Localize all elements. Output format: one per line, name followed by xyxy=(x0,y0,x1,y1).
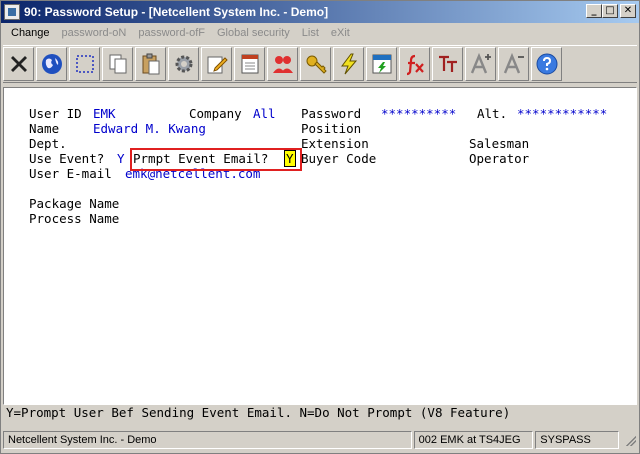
menu-exit[interactable]: eXit xyxy=(325,27,356,39)
font-decrease-icon xyxy=(503,52,524,74)
select-box-button[interactable] xyxy=(69,47,100,81)
font-increase-icon xyxy=(470,52,491,74)
help-icon xyxy=(536,53,557,75)
gear-icon xyxy=(175,55,192,73)
key-button[interactable] xyxy=(300,47,331,81)
select-box-icon xyxy=(75,55,94,73)
name-label: Name xyxy=(29,121,60,136)
window-controls: _ □ ✕ xyxy=(586,4,636,18)
users-button[interactable] xyxy=(267,47,298,81)
menu-list[interactable]: List xyxy=(296,27,325,39)
user-id-field[interactable]: EMK xyxy=(93,106,116,121)
font-tt-icon xyxy=(438,55,457,72)
edit-button[interactable] xyxy=(201,47,232,81)
paste-icon xyxy=(142,53,159,75)
maximize-button[interactable]: □ xyxy=(602,4,618,18)
copy-icon xyxy=(109,54,126,74)
font-decrease-button[interactable] xyxy=(498,47,529,81)
name-field[interactable]: Edward M. Kwang xyxy=(93,121,206,136)
menu-password-off[interactable]: password-ofF xyxy=(132,27,211,39)
alt-password-field[interactable]: ************ xyxy=(517,106,607,121)
form-screen: User ID EMK Company All Password *******… xyxy=(3,87,637,405)
user-id-label: User ID xyxy=(29,106,82,121)
extension-label: Extension xyxy=(301,136,369,151)
buyer-code-label: Buyer Code xyxy=(301,151,377,166)
key-icon xyxy=(306,55,327,74)
status-company: Netcellent System Inc. - Demo xyxy=(3,431,412,449)
help-button[interactable] xyxy=(531,47,562,81)
process-name-label: Process Name xyxy=(29,211,120,226)
calendar-run-icon xyxy=(372,54,391,74)
fx-function-icon xyxy=(406,54,424,76)
status-bar: Netcellent System Inc. - Demo 002 EMK at… xyxy=(3,431,637,451)
use-event-label: Use Event? xyxy=(29,151,105,166)
salesman-label: Salesman xyxy=(469,136,530,151)
calendar-run-button[interactable] xyxy=(366,47,397,81)
edit-pencil-icon xyxy=(207,56,228,74)
function-button[interactable] xyxy=(399,47,430,81)
package-name-label: Package Name xyxy=(29,196,120,211)
status-session: 002 EMK at TS4JEG xyxy=(413,431,534,449)
font-increase-button[interactable] xyxy=(465,47,496,81)
menu-bar: Change password-oN password-ofF Global s… xyxy=(1,23,639,43)
close-x-button[interactable] xyxy=(3,47,34,81)
copy-button[interactable] xyxy=(102,47,133,81)
company-field[interactable]: All xyxy=(253,106,276,121)
field-hint: Y=Prompt User Bef Sending Event Email. N… xyxy=(3,405,637,423)
globe-icon xyxy=(41,54,62,74)
globe-button[interactable] xyxy=(36,47,67,81)
paste-button[interactable] xyxy=(135,47,166,81)
minimize-button[interactable]: _ xyxy=(586,4,602,18)
lightning-icon xyxy=(340,53,357,75)
email-label: User E-mail xyxy=(29,166,112,181)
prompt-event-email-field[interactable]: Y xyxy=(284,150,296,167)
app-window: 90: Password Setup - [Netcellent System … xyxy=(0,0,640,454)
menu-global-security[interactable]: Global security xyxy=(211,27,296,39)
close-button[interactable]: ✕ xyxy=(620,4,636,18)
prompt-event-email-label: Prmpt Event Email? xyxy=(133,151,269,166)
dept-label: Dept. xyxy=(29,136,67,151)
password-field[interactable]: ********** xyxy=(381,106,456,121)
position-label: Position xyxy=(301,121,362,136)
alt-label: Alt. xyxy=(477,106,508,121)
lightning-button[interactable] xyxy=(333,47,364,81)
app-icon xyxy=(4,4,20,20)
title-bar[interactable]: 90: Password Setup - [Netcellent System … xyxy=(1,1,639,23)
window-title: 90: Password Setup - [Netcellent System … xyxy=(24,5,329,19)
font-button[interactable] xyxy=(432,47,463,81)
menu-change[interactable]: Change xyxy=(5,27,56,39)
resize-grip[interactable] xyxy=(623,431,637,447)
toolbar xyxy=(3,45,637,83)
notepad-button[interactable] xyxy=(234,47,265,81)
notepad-icon xyxy=(241,54,258,74)
password-label: Password xyxy=(301,106,362,121)
close-x-icon xyxy=(10,56,27,72)
gear-button[interactable] xyxy=(168,47,199,81)
use-event-field[interactable]: Y xyxy=(117,151,125,166)
menu-password-on[interactable]: password-oN xyxy=(56,27,133,39)
users-icon xyxy=(272,56,293,73)
operator-label: Operator xyxy=(469,151,530,166)
company-label: Company xyxy=(189,106,242,121)
status-program: SYSPASS xyxy=(535,431,620,449)
